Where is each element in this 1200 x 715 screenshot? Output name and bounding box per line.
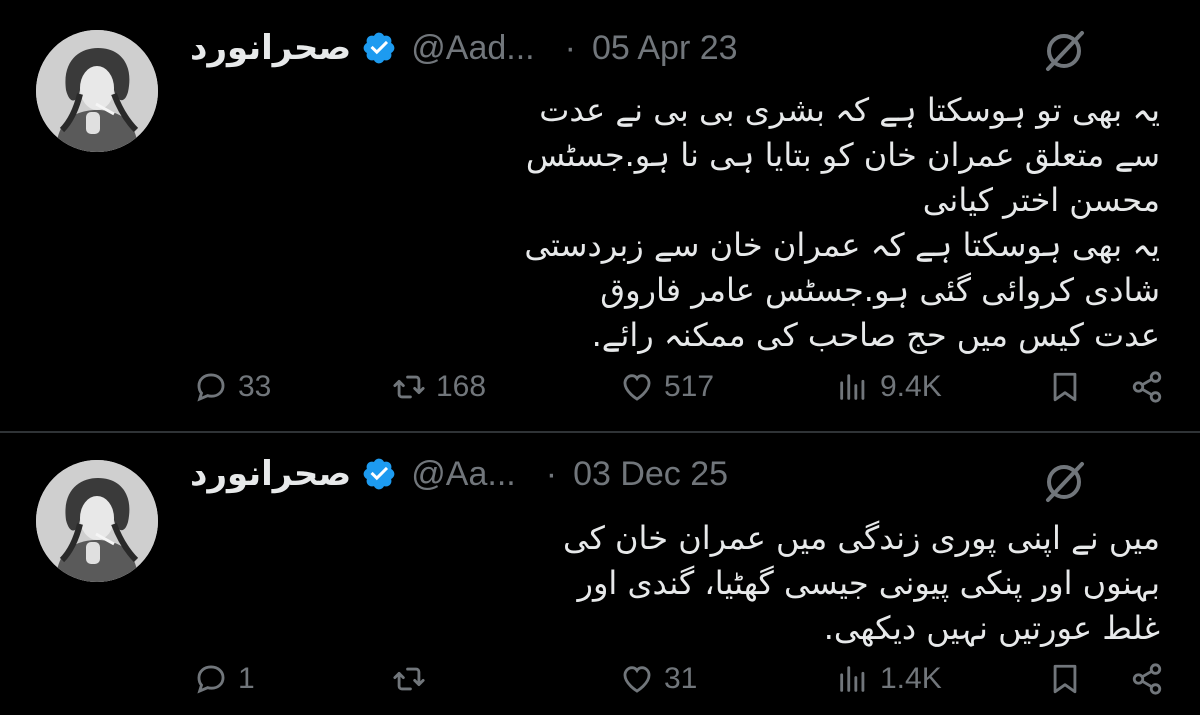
bookmark-button[interactable] (1048, 654, 1082, 704)
reply-icon (197, 373, 225, 402)
like-count: 517 (664, 370, 715, 403)
verified-badge-icon (363, 32, 395, 64)
grok-icon[interactable] (1040, 458, 1088, 506)
tweet-text: یہ بھی تو ہوسکتا ہے کہ بشری بی بی نے عدت… (524, 91, 1160, 354)
reply-count: 33 (238, 370, 272, 403)
handle[interactable]: @Aa... (411, 455, 515, 494)
views-icon (840, 374, 865, 400)
tweet-date[interactable]: 05 Apr 23 (592, 29, 738, 68)
display-name[interactable]: صحرانورد (190, 454, 351, 494)
views-count: 9.4K (880, 370, 942, 403)
tweet-2[interactable]: صحرانورد @Aa... · 03 Dec 25 میں نے اپنی … (0, 434, 1200, 715)
display-name[interactable]: صحرانورد (190, 28, 351, 68)
share-icon (1132, 663, 1162, 695)
views-button[interactable]: 1.4K (836, 654, 942, 704)
tweet-text: میں نے اپنی پوری زندگی میں عمران خان کی … (562, 519, 1160, 647)
bookmark-icon (1053, 372, 1077, 402)
avatar[interactable] (36, 30, 158, 152)
bookmark-icon (1053, 664, 1077, 694)
tweet-date[interactable]: 03 Dec 25 (573, 455, 728, 494)
reply-button[interactable]: 33 (194, 362, 271, 412)
retweet-button[interactable] (392, 654, 436, 704)
views-button[interactable]: 9.4K (836, 362, 942, 412)
like-icon (623, 666, 651, 693)
views-count: 1.4K (880, 662, 942, 695)
bookmark-button[interactable] (1048, 362, 1082, 412)
grok-icon[interactable] (1040, 27, 1088, 75)
reply-icon (197, 665, 225, 694)
reply-button[interactable]: 1 (194, 654, 255, 704)
tweet-1[interactable]: صحرانورد @Aad... · 05 Apr 23 یہ بھی تو ہ… (0, 0, 1200, 432)
like-button[interactable]: 31 (620, 654, 697, 704)
views-icon (840, 666, 865, 692)
share-icon (1132, 371, 1162, 403)
share-button[interactable] (1130, 362, 1164, 412)
retweet-icon (393, 667, 425, 691)
tweet-divider (0, 431, 1200, 433)
tweet-actions: 1 31 1.4K (0, 654, 1200, 704)
retweet-count: 168 (436, 370, 487, 403)
avatar[interactable] (36, 460, 158, 582)
like-count: 31 (664, 662, 698, 695)
like-button[interactable]: 517 (620, 362, 714, 412)
handle[interactable]: @Aad... (411, 29, 534, 68)
share-button[interactable] (1130, 654, 1164, 704)
like-icon (623, 374, 651, 401)
tweet-header: صحرانورد @Aad... · 05 Apr 23 (190, 22, 738, 74)
retweet-icon (393, 375, 425, 399)
separator-dot: · (564, 28, 576, 67)
tweet-header: صحرانورد @Aa... · 03 Dec 25 (190, 448, 728, 500)
tweet-actions: 33 168 517 9.4K (0, 362, 1200, 412)
retweet-button[interactable]: 168 (392, 362, 486, 412)
reply-count: 1 (238, 662, 255, 695)
separator-dot: · (545, 454, 558, 493)
verified-badge-icon (363, 458, 395, 490)
